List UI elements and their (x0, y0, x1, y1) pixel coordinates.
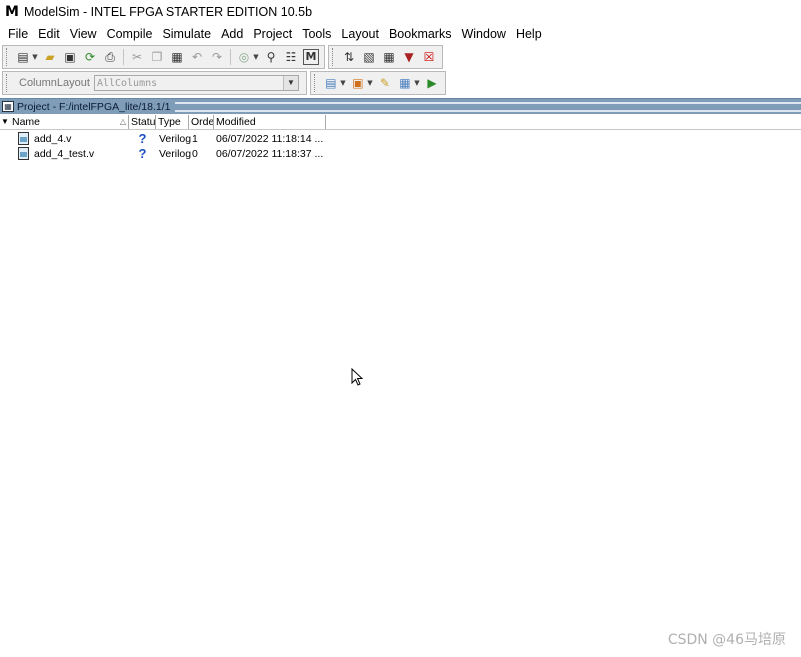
compile-project-icon[interactable]: ▣ (350, 75, 366, 91)
menu-tools[interactable]: Tools (297, 24, 336, 44)
redo-icon[interactable]: ↷ (209, 49, 225, 65)
reload-icon[interactable]: ⟳ (82, 49, 98, 65)
print-icon[interactable]: ⎙ (102, 49, 118, 65)
table-row[interactable]: add_4_test.v ? Verilog 0 06/07/2022 11:1… (0, 146, 801, 161)
menu-project[interactable]: Project (248, 24, 297, 44)
toolbar-grip[interactable] (6, 48, 10, 66)
project-settings-icon[interactable]: ▦ (397, 75, 413, 91)
expand-all-icon[interactable]: ▼ (0, 115, 10, 129)
find-icon[interactable]: ⚲ (263, 49, 279, 65)
menu-edit[interactable]: Edit (33, 24, 65, 44)
toolbar-grip[interactable] (6, 74, 10, 92)
status-unknown-icon: ? (138, 131, 147, 146)
verilog-file-icon (18, 147, 29, 160)
menu-add[interactable]: Add (216, 24, 248, 44)
menu-help[interactable]: Help (511, 24, 547, 44)
compile-dropdown-icon[interactable]: ▼ (367, 75, 373, 91)
column-header-name-label: Name (12, 116, 41, 128)
column-layout-value: AllColumns (96, 77, 158, 89)
new-file-icon[interactable]: ▤ (15, 49, 31, 65)
compile-toolbar: ⇅ ▧ ▦ ▼ ☒ (328, 45, 443, 69)
refresh-project-icon[interactable]: ▶ (424, 75, 440, 91)
menu-view[interactable]: View (65, 24, 102, 44)
menu-layout[interactable]: Layout (336, 24, 384, 44)
toolbar-separator (123, 49, 124, 65)
break-icon[interactable]: ☒ (421, 49, 437, 65)
column-header-order[interactable]: Order (189, 115, 214, 129)
standard-toolbar: ▤ ▼ ▰ ▣ ⟳ ⎙ ✂ ❐ ▦ ↶ ↷ ◎ ▼ ⚲ ☷ M (2, 45, 325, 69)
watermark-text: CSDN @46马培原 (667, 632, 786, 648)
compile-all-icon[interactable]: ▧ (361, 49, 377, 65)
menu-simulate[interactable]: Simulate (157, 24, 216, 44)
toolbar-grip[interactable] (332, 48, 336, 66)
paste-icon[interactable]: ▦ (169, 49, 185, 65)
menu-file[interactable]: File (3, 24, 33, 44)
project-pane-title: Project - F:/intelFPGA_lite/18.1/1 (17, 100, 171, 113)
sort-ascending-icon: △ (119, 117, 126, 126)
simulate-icon[interactable]: ▼ (401, 49, 417, 65)
modelsim-window: M ModelSim - INTEL FPGA STARTER EDITION … (0, 0, 801, 657)
title-bar: M ModelSim - INTEL FPGA STARTER EDITION … (0, 0, 801, 24)
toolbar-separator (230, 49, 231, 65)
table-row[interactable]: add_4.v ? Verilog 1 06/07/2022 11:18:14 … (0, 131, 801, 146)
menu-compile[interactable]: Compile (102, 24, 158, 44)
status-unknown-icon: ? (138, 146, 147, 161)
mark-dropdown-icon[interactable]: ▼ (253, 49, 259, 65)
column-header-type[interactable]: Type (156, 115, 189, 129)
compile-icon[interactable]: ⇅ (341, 49, 357, 65)
save-icon[interactable]: ▣ (62, 49, 78, 65)
column-layout-toolbar: ColumnLayout AllColumns ▼ (2, 71, 307, 95)
add-to-project-icon[interactable]: ▤ (323, 75, 339, 91)
undo-icon[interactable]: ↶ (189, 49, 205, 65)
toolbar-row-2: ColumnLayout AllColumns ▼ ▤ ▼ ▣ ▼ ✎ ▦ ▼ … (0, 70, 801, 96)
project-pane-header[interactable]: ▦ Project - F:/intelFPGA_lite/18.1/1 (0, 98, 801, 114)
column-layout-label: ColumnLayout (19, 77, 90, 89)
file-name: add_4.v (34, 132, 72, 145)
cut-icon[interactable]: ✂ (129, 49, 145, 65)
column-header-name[interactable]: Name △ (10, 115, 129, 129)
chevron-down-icon[interactable]: ▼ (282, 76, 298, 90)
mark-icon[interactable]: ◎ (236, 49, 252, 65)
project-pane-icon: ▦ (2, 101, 14, 112)
copy-icon[interactable]: ❐ (149, 49, 165, 65)
menu-window[interactable]: Window (456, 24, 510, 44)
file-type: Verilog (159, 132, 192, 145)
verilog-file-icon (18, 132, 29, 145)
pane-drag-handle[interactable] (175, 101, 801, 112)
column-layout-select[interactable]: AllColumns ▼ (93, 75, 299, 91)
collapse-icon[interactable]: ☷ (283, 49, 299, 65)
file-modified: 06/07/2022 11:18:37 ... (216, 147, 324, 160)
window-title: ModelSim - INTEL FPGA STARTER EDITION 10… (24, 5, 313, 19)
edit-project-icon[interactable]: ✎ (377, 75, 393, 91)
file-type: Verilog (159, 147, 192, 160)
file-order: 1 (192, 132, 198, 145)
toolbar-row-1: ▤ ▼ ▰ ▣ ⟳ ⎙ ✂ ❐ ▦ ↶ ↷ ◎ ▼ ⚲ ☷ M ⇅ ▧ ▦ ▼ … (0, 44, 801, 70)
file-modified: 06/07/2022 11:18:14 ... (216, 132, 324, 145)
new-dropdown-icon[interactable]: ▼ (32, 49, 38, 65)
file-name: add_4_test.v (34, 147, 95, 160)
add-dropdown-icon[interactable]: ▼ (340, 75, 346, 91)
open-folder-icon[interactable]: ▰ (42, 49, 58, 65)
mouse-cursor-icon (351, 368, 363, 386)
project-toolbar: ▤ ▼ ▣ ▼ ✎ ▦ ▼ ▶ (309, 71, 446, 95)
column-header-status[interactable]: Status (129, 115, 156, 129)
column-header-modified[interactable]: Modified (214, 115, 326, 129)
settings-dropdown-icon[interactable]: ▼ (414, 75, 420, 91)
compile-grid-icon[interactable]: ▦ (381, 49, 397, 65)
toolbar-grip[interactable] (313, 74, 318, 92)
column-header-row: ▼ Name △ Status Type Order Modified (0, 115, 801, 130)
file-order: 0 (192, 147, 198, 160)
modelsim-logo-icon: M (5, 4, 19, 20)
modelsim-m-icon[interactable]: M (303, 49, 319, 65)
project-file-list: add_4.v ? Verilog 1 06/07/2022 11:18:14 … (0, 131, 801, 161)
menu-bar: File Edit View Compile Simulate Add Proj… (0, 24, 801, 44)
menu-bookmarks[interactable]: Bookmarks (384, 24, 457, 44)
